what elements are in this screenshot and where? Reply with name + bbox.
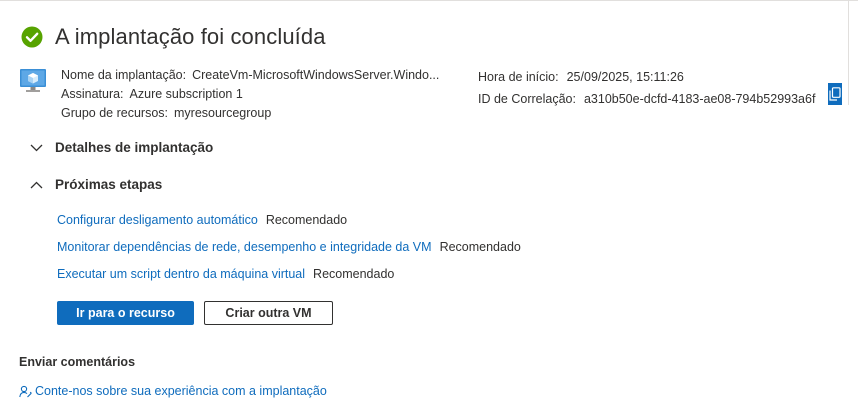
check-circle-icon	[21, 26, 43, 48]
copy-icon	[829, 87, 841, 101]
next-step-item: Configurar desligamento automático Recome…	[57, 213, 347, 227]
feedback-link-row[interactable]: Conte-nos sobre sua experiência com a im…	[19, 384, 327, 398]
chevron-down-icon	[30, 144, 43, 151]
deployment-name-label: Nome da implantação:	[61, 68, 187, 82]
recommended-tag: Recomendado	[439, 240, 521, 254]
next-steps-label: Próximas etapas	[55, 177, 163, 192]
start-time-label: Hora de início:	[478, 70, 559, 84]
monitor-vm-link[interactable]: Monitorar dependências de rede, desempen…	[57, 240, 432, 254]
resource-group-link[interactable]: myresourcegroup	[174, 106, 271, 120]
deployment-info-left: Nome da implantação: CreateVm-MicrosoftWi…	[61, 66, 439, 123]
recommended-tag: Recomendado	[313, 267, 395, 281]
top-divider	[0, 0, 858, 5]
correlation-label: ID de Correlação:	[478, 92, 576, 106]
resource-group-label: Grupo de recursos:	[61, 106, 168, 120]
deployment-info-right: Hora de início: 25/09/2025, 15:11:26 ID d…	[478, 66, 815, 110]
deployment-name-row: Nome da implantação: CreateVm-MicrosoftWi…	[61, 66, 439, 85]
feedback-link[interactable]: Conte-nos sobre sua experiência com a im…	[35, 384, 327, 398]
run-script-link[interactable]: Executar um script dentro da máquina vir…	[57, 267, 305, 281]
deployment-name-value: CreateVm-MicrosoftWindowsServer.Windo...	[192, 68, 440, 82]
correlation-value: a310b50e-dcfd-4183-ae08-794b52993a6f	[583, 92, 816, 106]
deployment-details-toggle[interactable]: Detalhes de implantação	[30, 140, 213, 155]
go-to-resource-button[interactable]: Ir para o recurso	[57, 301, 194, 325]
page-header: A implantação foi concluída	[21, 24, 326, 50]
create-another-vm-button[interactable]: Criar outra VM	[204, 301, 333, 325]
next-step-item: Executar um script dentro da máquina vir…	[57, 267, 394, 281]
virtual-machine-icon	[20, 69, 46, 92]
recommended-tag: Recomendado	[265, 213, 348, 227]
feedback-person-icon	[19, 385, 32, 397]
resource-group-row: Grupo de recursos: myresourcegroup	[61, 104, 439, 123]
start-time-row: Hora de início: 25/09/2025, 15:11:26	[478, 66, 815, 88]
correlation-row: ID de Correlação: a310b50e-dcfd-4183-ae08…	[478, 88, 815, 110]
auto-shutdown-link[interactable]: Configurar desligamento automático	[57, 213, 258, 227]
next-step-item: Monitorar dependências de rede, desempen…	[57, 240, 521, 254]
subscription-label: Assinatura:	[61, 87, 124, 101]
next-steps-toggle[interactable]: Próximas etapas	[30, 177, 162, 192]
chevron-up-icon	[30, 181, 43, 188]
start-time-value: 25/09/2025, 15:11:26	[566, 70, 684, 84]
deployment-details-label: Detalhes de implantação	[55, 140, 214, 155]
feedback-heading: Enviar comentários	[19, 355, 136, 369]
subscription-link[interactable]: Azure subscription 1	[130, 87, 243, 101]
page-title: A implantação foi concluída	[55, 24, 326, 49]
copy-correlation-button[interactable]	[828, 83, 842, 105]
right-divider	[848, 0, 849, 105]
subscription-row: Assinatura: Azure subscription 1	[61, 85, 439, 104]
